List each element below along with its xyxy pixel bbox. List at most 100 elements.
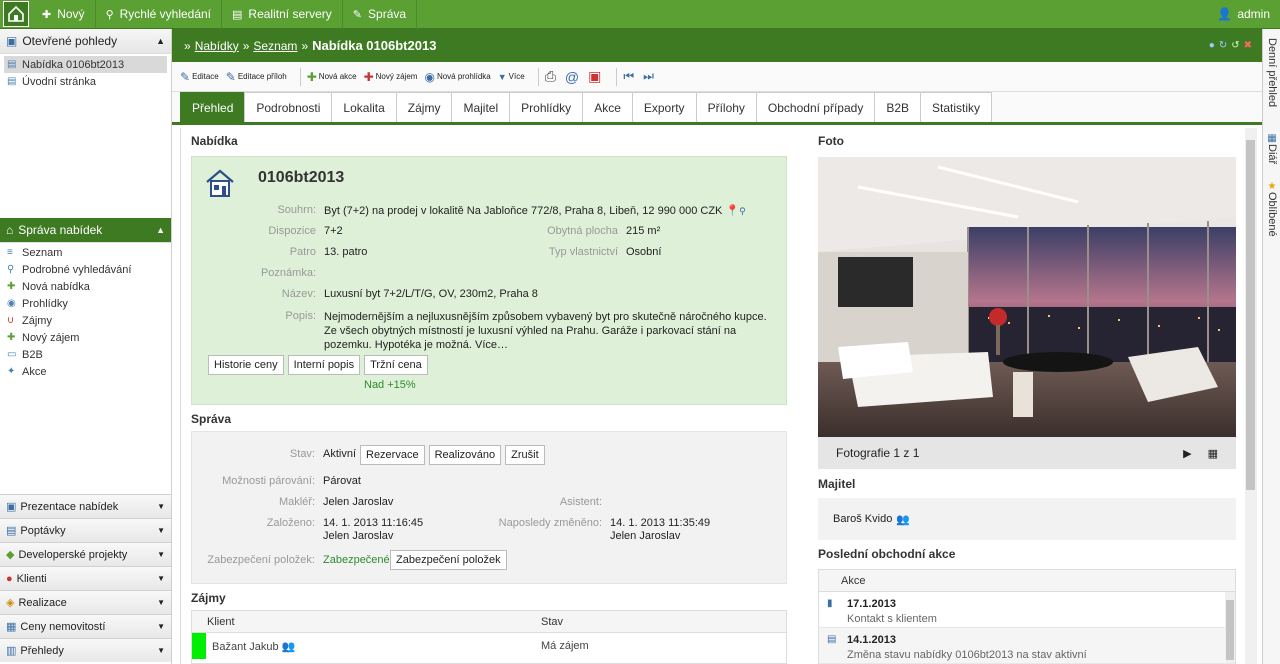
sidebar-section-developer-projects[interactable]: ◆ Developerské projekty ▼ bbox=[0, 542, 171, 566]
sidebar-section-clients[interactable]: ● Klienti ▼ bbox=[0, 566, 171, 590]
sidebar-item-actions[interactable]: ✦ Akce bbox=[0, 363, 171, 380]
close-icon[interactable]: ✖ bbox=[1244, 40, 1252, 51]
document-icon: ▤ bbox=[7, 59, 17, 70]
right-side-panel: Denní přehled ▦ Diář ★ Oblíbené bbox=[1262, 29, 1280, 664]
previous-button[interactable]: ⏮ bbox=[623, 69, 636, 84]
menu-real-estate-servers[interactable]: ▤ Realitní servery bbox=[222, 0, 343, 29]
tab-exports[interactable]: Exporty bbox=[631, 92, 697, 122]
map-pin-icon[interactable]: 📍 bbox=[725, 205, 739, 217]
actions-scrollbar[interactable] bbox=[1225, 592, 1235, 663]
tab-statistics[interactable]: Statistiky bbox=[920, 92, 993, 122]
breadcrumb-list[interactable]: Seznam bbox=[253, 39, 297, 53]
edit-attachments-button[interactable]: ✎ Editace příloh bbox=[226, 70, 287, 84]
offers-management-header[interactable]: ⌂ Správa nabídek ▲ bbox=[0, 218, 171, 243]
sidebar-section-requests[interactable]: ▤ Poptávky ▼ bbox=[0, 518, 171, 542]
status-color-bar bbox=[192, 633, 206, 659]
new-viewing-button[interactable]: ◉ Nová prohlídka bbox=[424, 70, 490, 84]
overview-content: Nabídka 0106bt2013 Souhrn: Byt (7+2) na … bbox=[180, 128, 1257, 664]
modified-date: 14. 1. 2013 11:35:49 bbox=[610, 517, 711, 529]
collapse-up-icon[interactable]: ▲ bbox=[156, 225, 165, 235]
tab-favorites[interactable]: ★ Oblíbené bbox=[1263, 179, 1280, 239]
tab-daily-overview[interactable]: Denní přehled bbox=[1263, 33, 1280, 113]
tab-business-cases[interactable]: Obchodní případy bbox=[755, 92, 876, 122]
market-price-button[interactable]: Tržní cena bbox=[364, 355, 428, 375]
zoom-icon[interactable]: ⚲ bbox=[739, 206, 746, 216]
tab-interests[interactable]: Zájmy bbox=[395, 92, 453, 122]
email-button[interactable]: @ bbox=[565, 69, 581, 85]
tab-actions[interactable]: Akce bbox=[582, 92, 633, 122]
table-row[interactable]: ▤ 14.1.2013 Změna stavu nabídky 0106bt20… bbox=[819, 628, 1235, 664]
property-photo[interactable] bbox=[818, 157, 1236, 437]
interests-section-title: Zájmy bbox=[191, 591, 226, 605]
main-area: » Nabídky » Seznam » Nabídka 0106bt2013 … bbox=[172, 29, 1262, 664]
internal-description-button[interactable]: Interní popis bbox=[287, 355, 361, 375]
sidebar-item-new-offer[interactable]: ✚ Nová nabídka bbox=[0, 278, 171, 295]
sidebar-section-prices[interactable]: ▦ Ceny nemovitostí ▼ bbox=[0, 614, 171, 638]
tab-overview[interactable]: Přehled bbox=[180, 92, 246, 122]
state-value: Aktivní bbox=[323, 448, 357, 460]
sidebar-item-list[interactable]: ≡ Seznam bbox=[0, 244, 171, 261]
tab-attachments[interactable]: Přílohy bbox=[695, 92, 757, 122]
table-row[interactable]: Bažant Jakub 👥 Má zájem bbox=[192, 633, 786, 659]
sidebar-item-new-interest[interactable]: ✚ Nový zájem bbox=[0, 329, 171, 346]
pairing-link[interactable]: Párovat bbox=[323, 475, 361, 487]
table-row[interactable]: ▮ 17.1.2013 Kontakt s klientem bbox=[819, 592, 1235, 628]
play-icon[interactable]: ▶ bbox=[1183, 447, 1191, 460]
name-label: Název: bbox=[281, 288, 316, 300]
open-view-home[interactable]: ▤ Úvodní stránka bbox=[0, 73, 171, 90]
tab-diary[interactable]: ▦ Diář bbox=[1263, 129, 1280, 169]
help-icon[interactable]: ● bbox=[1209, 40, 1215, 51]
next-button[interactable]: ⏭ bbox=[643, 69, 656, 84]
presentation-button[interactable]: ▣ bbox=[588, 68, 603, 85]
new-viewing-icon: ◉ bbox=[424, 69, 435, 84]
undo-icon[interactable]: ↺ bbox=[1231, 40, 1239, 51]
calendar-icon: ▦ bbox=[1267, 133, 1277, 145]
menu-quick-search[interactable]: ⚲ Rychlé vyhledání bbox=[96, 0, 223, 29]
print-button[interactable]: ⎙ bbox=[545, 68, 558, 85]
menu-new[interactable]: ✚ Nový bbox=[32, 0, 96, 29]
sidebar-item-b2b[interactable]: ▭ B2B bbox=[0, 346, 171, 363]
chevron-down-icon: ▼ bbox=[157, 550, 165, 559]
sidebar-item-interests[interactable]: ∪ Zájmy bbox=[0, 312, 171, 329]
collapse-up-icon[interactable]: ▲ bbox=[156, 36, 165, 46]
tab-viewings[interactable]: Prohlídky bbox=[509, 92, 584, 122]
new-action-button[interactable]: ✚ Nová akce bbox=[307, 70, 357, 84]
tab-owner[interactable]: Majitel bbox=[451, 92, 511, 122]
owner-name[interactable]: Baroš Kvido bbox=[833, 513, 892, 525]
broker-value: Jelen Jaroslav bbox=[323, 496, 394, 508]
item-security-button[interactable]: Zabezpečení položek bbox=[390, 550, 507, 570]
content-scrollbar[interactable] bbox=[1245, 128, 1257, 664]
more-button[interactable]: ▼ Více bbox=[498, 72, 525, 82]
edit-button[interactable]: ✎ Editace bbox=[180, 70, 219, 84]
content-scrollbar-thumb[interactable] bbox=[1246, 140, 1255, 490]
sidebar-section-realization[interactable]: ◈ Realizace ▼ bbox=[0, 590, 171, 614]
document-icon: ▤ bbox=[7, 76, 17, 87]
home-logo-icon[interactable] bbox=[3, 1, 29, 27]
cancel-button[interactable]: Zrušit bbox=[505, 445, 545, 465]
sidebar-item-viewings[interactable]: ◉ Prohlídky bbox=[0, 295, 171, 312]
menu-administration[interactable]: ✎ Správa bbox=[343, 0, 418, 29]
tab-location[interactable]: Lokalita bbox=[331, 92, 397, 122]
refresh-icon[interactable]: ↻ bbox=[1219, 40, 1227, 51]
client-cell: Bažant Jakub 👥 bbox=[212, 640, 296, 653]
house-icon bbox=[204, 167, 236, 199]
grid-icon[interactable]: ▦ bbox=[1208, 447, 1218, 460]
sidebar-item-advanced-search[interactable]: ⚲ Podrobné vyhledávání bbox=[0, 261, 171, 278]
breadcrumb-offers[interactable]: Nabídky bbox=[195, 39, 239, 53]
reservation-button[interactable]: Rezervace bbox=[360, 445, 425, 465]
tab-b2b[interactable]: B2B bbox=[874, 92, 922, 122]
sidebar-section-presentations[interactable]: ▣ Prezentace nabídek ▼ bbox=[0, 494, 171, 518]
realized-button[interactable]: Realizováno bbox=[428, 445, 502, 465]
right-column: Foto Fotografie 1 z 1 ▶ ▦ Majitel Baroš … bbox=[818, 128, 1238, 664]
breadcrumb: » Nabídky » Seznam » Nabídka 0106bt2013 … bbox=[172, 29, 1262, 62]
user-menu[interactable]: 👤 admin bbox=[1217, 7, 1280, 21]
price-history-button[interactable]: Historie ceny bbox=[208, 355, 284, 375]
open-views-header[interactable]: ▣ Otevřené pohledy ▲ bbox=[0, 29, 171, 54]
open-view-offer[interactable]: ▤ Nabídka 0106bt2013 bbox=[4, 56, 167, 73]
realization-icon: ◈ bbox=[6, 597, 15, 609]
sidebar-section-overviews[interactable]: ▥ Přehledy ▼ bbox=[0, 638, 171, 662]
tab-details[interactable]: Podrobnosti bbox=[244, 92, 333, 122]
description-value: Nejmodernějším a nejluxusnějším způsobem… bbox=[324, 311, 767, 351]
new-interest-button[interactable]: ✚ Nový zájem bbox=[364, 70, 418, 84]
actions-scrollbar-thumb[interactable] bbox=[1226, 600, 1234, 660]
